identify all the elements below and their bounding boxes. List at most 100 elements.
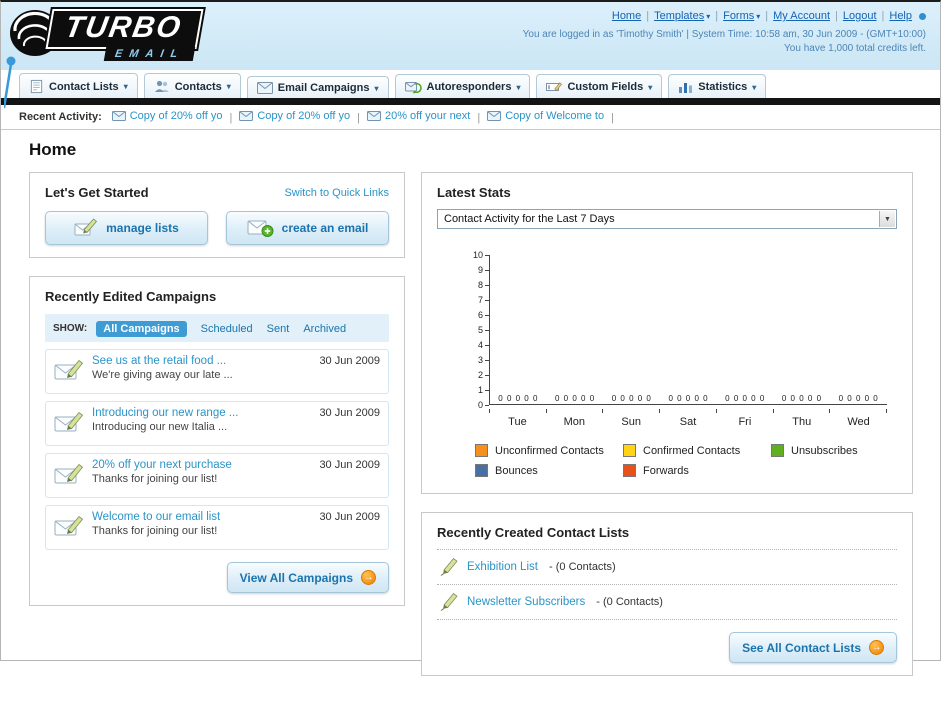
chevron-down-icon: ▾ [756, 12, 761, 21]
campaign-item[interactable]: 20% off your next purchase Thanks for joi… [45, 453, 389, 498]
recent-activity-item[interactable]: 20% off your next [366, 110, 471, 122]
campaign-subtitle: Introducing our new Italia ... [92, 421, 228, 433]
contact-list-link[interactable]: Newsletter Subscribers [467, 596, 585, 608]
chart-y-axis: 10 9 8 7 6 5 4 3 2 1 0 [465, 251, 489, 410]
tab-custom-fields[interactable]: Custom Fields ▾ [536, 74, 663, 98]
button-label: manage lists [106, 221, 179, 235]
contact-list-count: - (0 Contacts) [545, 561, 616, 573]
activity-item-label: Copy of Welcome to [505, 110, 605, 122]
campaign-item[interactable]: See us at the retail food ... We're givin… [45, 349, 389, 394]
tab-contact-lists[interactable]: Contact Lists ▾ [19, 73, 138, 98]
recent-activity-bar: Recent Activity: Copy of 20% off yo | Copy… [1, 105, 940, 130]
app-window: TURBO EMAIL Home | Templates ▾ | Forms ▾ | My Ac… [0, 0, 941, 676]
see-all-contact-lists-button[interactable]: See All Contact Lists → [729, 632, 897, 663]
tab-label: Custom Fields [567, 81, 644, 93]
filter-archived[interactable]: Archived [303, 323, 346, 335]
recent-activity-item[interactable]: Copy of Welcome to [487, 110, 604, 122]
bar-group-tue: 0 0 0 0 0 [498, 394, 539, 403]
nav-divider [1, 98, 940, 105]
email-edit-icon [54, 461, 84, 492]
contact-list-link[interactable]: Exhibition List [467, 561, 538, 573]
logo-callout-tail [2, 56, 24, 117]
switch-quick-links-link[interactable]: Switch to Quick Links [284, 187, 389, 199]
button-label: See All Contact Lists [742, 640, 861, 655]
view-all-campaigns-button[interactable]: View All Campaigns → [226, 562, 389, 593]
tab-contacts[interactable]: Contacts ▾ [143, 73, 241, 98]
logo-subtext: EMAIL [103, 47, 196, 61]
credits-info: You have 1,000 total credits left. [784, 43, 926, 54]
login-info: You are logged in as 'Timothy Smith' | S… [522, 29, 926, 40]
contact-lists-panel: Recently Created Contact Lists Exhibitio… [421, 512, 913, 676]
create-an-email-button[interactable]: create an email [226, 211, 389, 245]
x-tick-mark [885, 409, 887, 413]
tab-statistics[interactable]: Statistics ▾ [668, 74, 767, 98]
campaign-title-link[interactable]: Welcome to our email list [92, 511, 311, 523]
y-tick-label: 2 [477, 370, 483, 380]
top-link-help[interactable]: Help [889, 10, 912, 22]
campaign-item[interactable]: Welcome to our email list Thanks for join… [45, 505, 389, 550]
get-started-panel: Let's Get Started Switch to Quick Links … [29, 172, 405, 258]
tab-label: Email Campaigns [277, 82, 370, 94]
pencil-icon [439, 557, 459, 577]
y-tick-3: 3 [465, 356, 489, 365]
recent-activity-item[interactable]: Copy of 20% off yo [239, 110, 350, 122]
activity-item-label: Copy of 20% off yo [257, 110, 351, 122]
email-edit-icon [54, 357, 84, 388]
chart-x-axis: Tue Mon Sun Sat Fri Thu Wed [489, 413, 887, 428]
latest-stats-title: Latest Stats [437, 185, 511, 200]
legend-label: Bounces [495, 464, 538, 477]
campaign-title-link[interactable]: See us at the retail food ... [92, 355, 311, 367]
bar-group-mon: 0 0 0 0 0 [555, 394, 596, 403]
contact-lists-title: Recently Created Contact Lists [437, 525, 897, 550]
envelope-icon [239, 111, 254, 121]
chevron-down-icon: ▼ [879, 211, 895, 227]
header: TURBO EMAIL Home | Templates ▾ | Forms ▾ | My Ac… [1, 2, 940, 109]
contacts-icon [154, 79, 170, 94]
legend-label: Unsubscribes [791, 444, 858, 457]
y-tick-label: 0 [477, 400, 483, 410]
top-link-forms[interactable]: Forms ▾ [723, 10, 760, 22]
chart-legend: Unconfirmed Contacts Confirmed Contacts Un… [475, 444, 919, 477]
stats-period-select[interactable]: Contact Activity for the Last 7 Days ▼ [437, 209, 897, 229]
campaign-title-link[interactable]: 20% off your next purchase [92, 459, 311, 471]
email-campaigns-icon [256, 82, 273, 94]
x-label-wed: Wed [847, 416, 870, 428]
legend-unsubscribes: Unsubscribes [771, 444, 919, 457]
filter-scheduled[interactable]: Scheduled [201, 323, 253, 335]
tab-label: Contact Lists [49, 80, 119, 93]
stats-period-value: Contact Activity for the Last 7 Days [444, 213, 615, 225]
y-tick-0: 0 [465, 400, 489, 410]
autoresponders-icon [404, 80, 422, 94]
bar-group-fri: 0 0 0 0 0 [725, 394, 766, 403]
filter-all-campaigns[interactable]: All Campaigns [96, 321, 187, 337]
email-plus-icon [247, 218, 274, 238]
contact-list-count: - (0 Contacts) [593, 596, 663, 608]
activity-item-label: 20% off your next [384, 110, 471, 122]
contact-lists-icon [29, 79, 44, 94]
top-link-templates[interactable]: Templates ▾ [654, 10, 710, 22]
top-link-my-account[interactable]: My Account [773, 10, 830, 22]
recent-activity-item[interactable]: Copy of 20% off yo [111, 110, 222, 122]
manage-lists-button[interactable]: manage lists [45, 211, 208, 245]
legend-unconfirmed-contacts: Unconfirmed Contacts [475, 444, 623, 457]
filter-sent[interactable]: Sent [267, 323, 290, 335]
tab-email-campaigns[interactable]: Email Campaigns ▾ [246, 76, 389, 98]
campaign-subtitle: Thanks for joining our list! [92, 525, 218, 537]
campaign-item[interactable]: Introducing our new range ... Introducing… [45, 401, 389, 446]
tab-label: Autoresponders [426, 81, 512, 93]
campaign-subtitle: We're giving away our late ... [92, 369, 233, 381]
campaign-subtitle: Thanks for joining our list! [92, 473, 218, 485]
contact-list-item: Newsletter Subscribers - (0 Contacts) [437, 585, 897, 620]
y-tick-8: 8 [465, 281, 489, 290]
top-link-logout[interactable]: Logout [843, 10, 877, 22]
envelope-icon [366, 111, 381, 121]
contact-list-item: Exhibition List - (0 Contacts) [437, 550, 897, 585]
logo-text: TURBO [45, 9, 204, 49]
campaign-title-link[interactable]: Introducing our new range ... [92, 407, 311, 419]
y-tick-6: 6 [465, 311, 489, 320]
tab-autoresponders[interactable]: Autoresponders ▾ [394, 74, 531, 98]
top-link-home[interactable]: Home [612, 10, 641, 22]
legend-label: Unconfirmed Contacts [495, 444, 604, 457]
campaign-text: Introducing our new range ... Introducing… [92, 407, 311, 440]
chevron-down-icon: ▾ [516, 82, 521, 92]
